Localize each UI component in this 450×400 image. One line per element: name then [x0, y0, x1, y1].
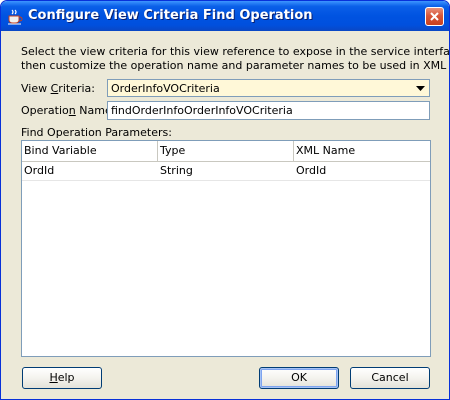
description-line: then customize the operation name and pa… — [21, 59, 450, 72]
table-cell[interactable]: String — [158, 162, 294, 180]
coffee-cup-icon — [7, 9, 23, 25]
description-line: Select the view criteria for this view r… — [21, 45, 450, 58]
chevron-down-icon[interactable] — [413, 81, 428, 95]
find-operation-parameters-label: Find Operation Parameters: — [21, 126, 172, 139]
table-cell[interactable]: OrdId — [22, 162, 158, 180]
mnemonic-letter: n — [68, 104, 76, 117]
ok-button[interactable]: OK — [259, 367, 339, 389]
cancel-button[interactable]: Cancel — [350, 367, 430, 389]
mnemonic-letter: H — [49, 371, 58, 384]
label-part: riteria: — [58, 82, 95, 95]
label-part: View — [21, 82, 51, 95]
column-header-xml-name[interactable]: XML Name — [294, 141, 430, 161]
view-criteria-label: View Criteria: — [21, 82, 95, 95]
description-text: Select the view criteria for this view r… — [21, 45, 450, 73]
operation-name-label: Operation Name: — [21, 104, 115, 117]
operation-name-field[interactable]: findOrderInfoOrderInfoVOCriteria — [107, 101, 430, 120]
title-bar[interactable]: Configure View Criteria Find Operation — [1, 1, 449, 31]
dialog-window: Configure View Criteria Find Operation S… — [0, 0, 450, 400]
table-cell[interactable]: OrdId — [294, 162, 430, 180]
table-header: Bind Variable Type XML Name — [22, 141, 430, 162]
label-part: Operatio — [21, 104, 69, 117]
operation-name-value: findOrderInfoOrderInfoVOCriteria — [111, 104, 293, 117]
table-row[interactable]: OrdId String OrdId — [22, 162, 430, 181]
column-header-bind-variable[interactable]: Bind Variable — [22, 141, 158, 161]
help-button[interactable]: Help — [22, 367, 102, 389]
button-label: elp — [57, 371, 75, 384]
window-title: Configure View Criteria Find Operation — [28, 8, 313, 23]
view-criteria-value: OrderInfoVOCriteria — [111, 82, 220, 95]
close-icon — [430, 12, 439, 21]
parameters-table: Bind Variable Type XML Name OrdId String… — [21, 140, 431, 357]
close-button[interactable] — [425, 7, 444, 26]
column-header-type[interactable]: Type — [158, 141, 294, 161]
view-criteria-select[interactable]: OrderInfoVOCriteria — [107, 79, 430, 97]
